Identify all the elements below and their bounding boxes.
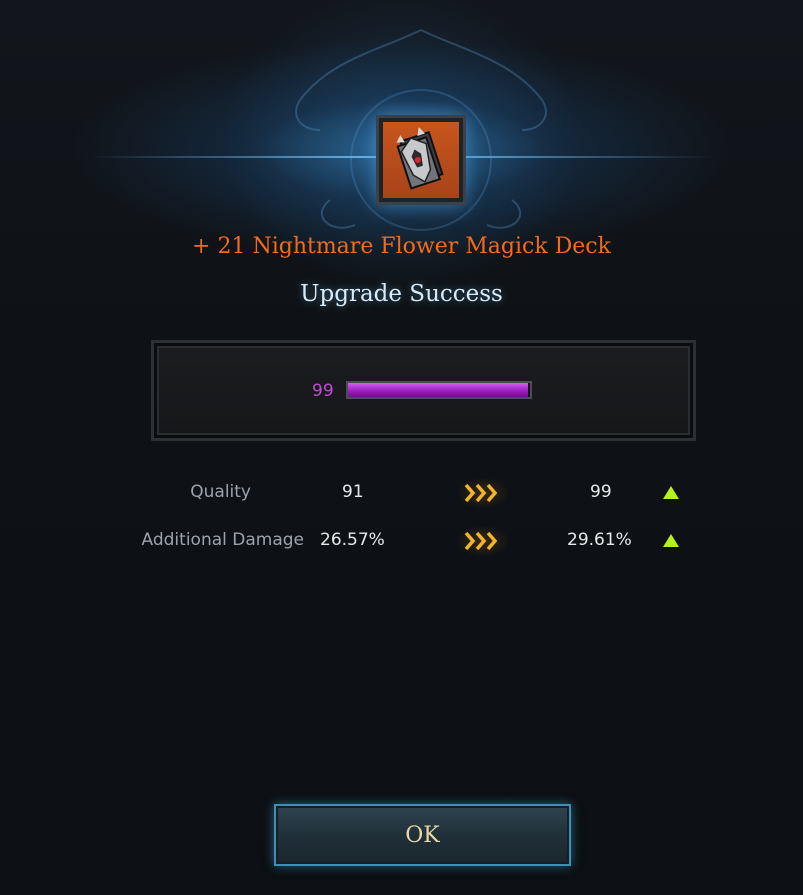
- stat-before-quality: 91: [342, 482, 364, 502]
- stat-after-additional-damage: 29.61%: [567, 530, 632, 550]
- ok-button[interactable]: OK: [274, 804, 571, 866]
- upgrade-result-panel: + 21 Nightmare Flower Magick Deck Upgrad…: [0, 0, 803, 895]
- upgrade-arrows-icon: [458, 526, 508, 556]
- increase-arrow-icon: [663, 486, 679, 499]
- quality-progress-panel: 99: [151, 340, 696, 441]
- result-title: Upgrade Success: [300, 281, 503, 307]
- ok-button-label: OK: [405, 823, 440, 848]
- stat-label-quality: Quality: [190, 482, 251, 502]
- item-icon-frame: [376, 115, 466, 205]
- item-name: + 21 Nightmare Flower Magick Deck: [192, 234, 611, 259]
- quality-progress-fill: [348, 383, 529, 397]
- quality-progress-bar: [346, 381, 532, 399]
- stat-before-additional-damage: 26.57%: [320, 530, 385, 550]
- upgrade-arrows-icon: [458, 478, 508, 508]
- quality-progress-value: 99: [312, 381, 334, 401]
- stat-label-additional-damage: Additional Damage: [141, 530, 304, 550]
- stat-after-quality: 99: [590, 482, 612, 502]
- increase-arrow-icon: [663, 534, 679, 547]
- card-deck-icon: [383, 122, 459, 198]
